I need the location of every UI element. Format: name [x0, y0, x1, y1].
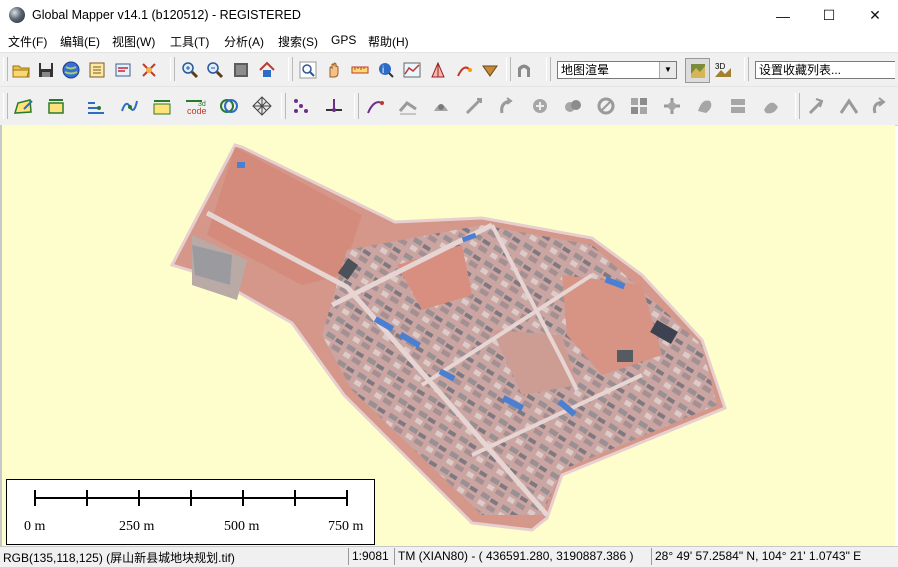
scale-label-0: 0 m	[24, 519, 46, 534]
reshape-icon[interactable]	[115, 92, 143, 120]
title-bar: Global Mapper v14.1 (b120512) - REGISTER…	[0, 0, 898, 31]
svg-text:3d: 3d	[198, 101, 206, 108]
d11-icon[interactable]	[724, 92, 752, 120]
toolbar-separator	[354, 93, 359, 119]
pick-points-icon[interactable]	[287, 92, 315, 120]
globe-app-icon	[9, 7, 25, 23]
globe-icon[interactable]	[59, 58, 82, 81]
status-bar: RGB(135,118,125) (屏山新县城地块规划.tif) 1:9081 …	[0, 546, 898, 567]
toolbar-separator	[795, 93, 800, 119]
map-view[interactable]: 0 m 250 m 500 m 750 m	[0, 125, 895, 546]
menu-help[interactable]: 帮助(H)	[368, 33, 409, 50]
view-shed-icon[interactable]	[426, 58, 449, 81]
d14-icon[interactable]	[835, 92, 863, 120]
d12-icon[interactable]	[757, 92, 785, 120]
add-vertex-icon[interactable]	[320, 92, 348, 120]
status-divider	[348, 548, 349, 565]
d2-icon[interactable]	[427, 92, 455, 120]
bookmark-value: 设置收藏列表...	[759, 63, 842, 77]
toolbar-separator	[170, 57, 175, 81]
arch-tool-icon[interactable]	[512, 58, 535, 81]
3d-path-icon[interactable]	[452, 58, 475, 81]
d1-icon[interactable]	[394, 92, 422, 120]
d8-icon[interactable]	[625, 92, 653, 120]
scale-label-250: 250 m	[119, 519, 155, 534]
scale-status: 1:9081	[352, 549, 389, 563]
d10-icon[interactable]	[691, 92, 719, 120]
d15-icon[interactable]	[866, 92, 894, 120]
create-area-icon[interactable]	[9, 92, 37, 120]
digitizer-toolbar: code 3d	[0, 86, 898, 126]
3d-view-icon[interactable]: 3D	[711, 58, 734, 81]
zoom-out-icon[interactable]	[203, 58, 226, 81]
d3-icon[interactable]	[460, 92, 488, 120]
full-view-icon[interactable]	[229, 58, 252, 81]
toolbar-grip	[3, 93, 8, 119]
maximize-button[interactable]: ☐	[806, 0, 852, 31]
status-divider	[394, 548, 395, 565]
menu-view[interactable]: 视图(W)	[112, 33, 155, 50]
create-line-icon[interactable]	[42, 92, 70, 120]
close-button[interactable]: ✕	[852, 0, 898, 31]
menu-analysis[interactable]: 分析(A)	[224, 33, 264, 50]
menu-file[interactable]: 文件(F)	[8, 33, 47, 50]
cut-fill-icon[interactable]	[478, 58, 501, 81]
toolbar-separator	[506, 57, 511, 81]
menu-bar: 文件(F) 编辑(E) 视图(W) 工具(T) 分析(A) 搜索(S) GPS …	[0, 31, 898, 51]
toolbar-separator	[744, 57, 749, 81]
feature-info-icon[interactable]: i	[374, 58, 397, 81]
d5-icon[interactable]	[526, 92, 554, 120]
d6-icon[interactable]	[559, 92, 587, 120]
scale-label-750: 750 m	[328, 519, 364, 534]
svg-text:i: i	[382, 65, 384, 76]
home-icon[interactable]	[255, 58, 278, 81]
minimize-button[interactable]: —	[760, 0, 806, 31]
zoom-in-icon[interactable]	[178, 58, 201, 81]
svg-text:3D: 3D	[715, 62, 725, 71]
window-title: Global Mapper v14.1 (b120512) - REGISTER…	[32, 8, 301, 22]
toolbar-grip	[3, 57, 8, 81]
scale-bar: 0 m 250 m 500 m 750 m	[6, 479, 375, 545]
zoom-tool-icon[interactable]	[296, 58, 319, 81]
grid-icon[interactable]	[248, 92, 276, 120]
menu-search[interactable]: 搜索(S)	[278, 33, 318, 50]
config-icon[interactable]	[111, 58, 134, 81]
render-mode-select[interactable]: 地图渲晕 ▼	[557, 61, 677, 79]
measure-icon[interactable]	[348, 58, 371, 81]
trace-icon[interactable]	[361, 92, 389, 120]
scale-ruler-graphic	[34, 490, 348, 506]
d4-icon[interactable]	[493, 92, 521, 120]
digitizer-tool-icon[interactable]	[137, 58, 160, 81]
open-folder-icon[interactable]	[9, 58, 32, 81]
toolbar-separator	[288, 57, 293, 81]
menu-tools[interactable]: 工具(T)	[170, 33, 209, 50]
combine-icon[interactable]	[215, 92, 243, 120]
projection-status: TM (XIAN80) - ( 436591.280, 3190887.386 …	[398, 549, 634, 563]
menu-gps[interactable]: GPS	[331, 33, 356, 47]
render-mode-value: 地图渲晕	[561, 63, 610, 77]
pan-hand-icon[interactable]	[322, 58, 345, 81]
path-profile-icon[interactable]	[400, 58, 423, 81]
menu-edit[interactable]: 编辑(E)	[60, 33, 100, 50]
scale-label-500: 500 m	[224, 519, 260, 534]
code-icon[interactable]: code 3d	[181, 92, 209, 120]
toolbar-separator	[546, 57, 551, 81]
edit-vertices-icon[interactable]	[82, 92, 110, 120]
d13-icon[interactable]	[802, 92, 830, 120]
shader-icon[interactable]	[685, 58, 710, 83]
bookmark-select[interactable]: 设置收藏列表...	[755, 61, 895, 79]
toolbar-separator	[281, 93, 286, 119]
status-divider	[651, 548, 652, 565]
d7-icon[interactable]	[592, 92, 620, 120]
latlon-status: 28° 49' 57.2584" N, 104° 21' 1.0743" E	[655, 549, 862, 563]
layer-control-icon[interactable]	[85, 58, 108, 81]
main-toolbar: i 地图渲晕 ▼ 3D 设置收藏列表...	[0, 52, 898, 87]
pixel-info-status: RGB(135,118,125) (屏山新县城地块规划.tif)	[3, 551, 235, 565]
split-icon[interactable]	[148, 92, 176, 120]
chevron-down-icon[interactable]: ▼	[659, 62, 676, 78]
save-icon[interactable]	[34, 58, 57, 81]
d9-icon[interactable]	[658, 92, 686, 120]
